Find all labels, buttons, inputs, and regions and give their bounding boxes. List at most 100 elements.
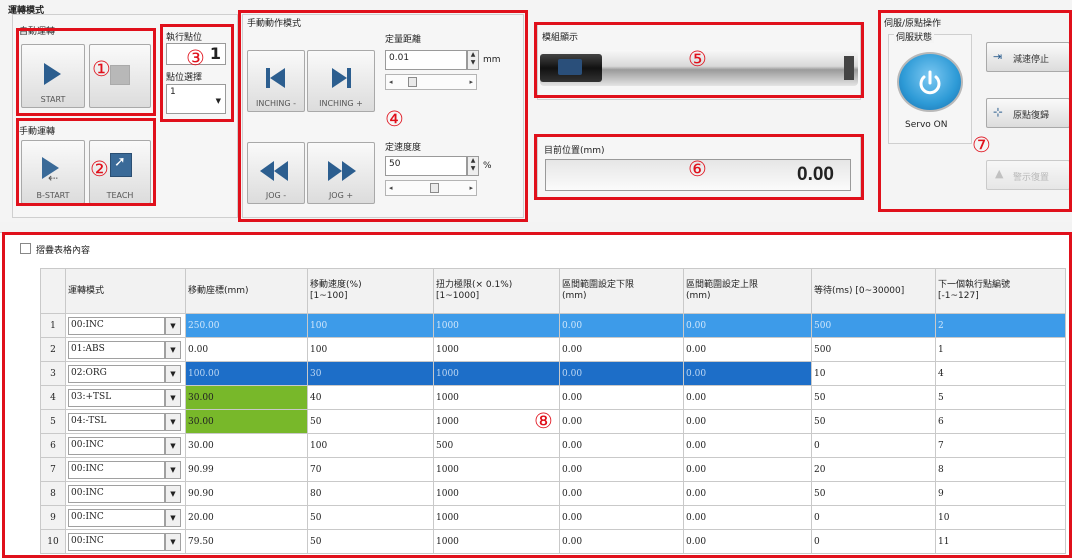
speed-spinner[interactable]: ▲ ▼: [467, 156, 479, 176]
inching-minus-button[interactable]: INCHING -: [247, 50, 305, 112]
cell-torque[interactable]: 1000: [433, 337, 560, 362]
cell-lo[interactable]: 0.00: [559, 313, 684, 338]
chevron-down-icon[interactable]: ▼: [165, 460, 181, 479]
chevron-down-icon[interactable]: ▼: [165, 316, 181, 335]
table-row[interactable]: 1 00:INC ▼ 250.00 100 1000 0.00 0.00 500 2: [40, 313, 1066, 338]
cell-mode[interactable]: 00:INC ▼: [65, 313, 186, 338]
cell-hi[interactable]: 0.00: [683, 505, 812, 530]
cell-lo[interactable]: 0.00: [559, 529, 684, 554]
table-row[interactable]: 4 03:+TSL ▼ 30.00 40 1000 0.00 0.00 50 5: [40, 385, 1066, 410]
chevron-down-icon[interactable]: ▼: [165, 484, 181, 503]
decel-stop-button[interactable]: ⇥ 減速停止: [986, 42, 1070, 72]
cell-coord[interactable]: 100.00: [185, 361, 308, 386]
cell-next[interactable]: 5: [935, 385, 1066, 410]
cell-next[interactable]: 11: [935, 529, 1066, 554]
cell-hi[interactable]: 0.00: [683, 385, 812, 410]
cell-wait[interactable]: 50: [811, 385, 936, 410]
cell-speed[interactable]: 100: [307, 433, 434, 458]
cell-wait[interactable]: 20: [811, 457, 936, 482]
cell-torque[interactable]: 1000: [433, 409, 560, 434]
cell-speed[interactable]: 70: [307, 457, 434, 482]
cell-next[interactable]: 7: [935, 433, 1066, 458]
speed-slider-thumb[interactable]: [430, 183, 439, 193]
cell-wait[interactable]: 500: [811, 313, 936, 338]
cell-mode[interactable]: 01:ABS ▼: [65, 337, 186, 362]
speed-input[interactable]: 50: [385, 156, 467, 176]
cell-coord[interactable]: 90.99: [185, 457, 308, 482]
cell-next[interactable]: 2: [935, 313, 1066, 338]
cell-mode[interactable]: 00:INC ▼: [65, 457, 186, 482]
cell-coord[interactable]: 20.00: [185, 505, 308, 530]
cell-hi[interactable]: 0.00: [683, 529, 812, 554]
cell-lo[interactable]: 0.00: [559, 385, 684, 410]
table-row[interactable]: 2 01:ABS ▼ 0.00 100 1000 0.00 0.00 500 1: [40, 337, 1066, 362]
cell-lo[interactable]: 0.00: [559, 409, 684, 434]
cell-mode[interactable]: 03:+TSL ▼: [65, 385, 186, 410]
cell-torque[interactable]: 1000: [433, 505, 560, 530]
cell-coord[interactable]: 30.00: [185, 433, 308, 458]
cell-mode[interactable]: 00:INC ▼: [65, 529, 186, 554]
cell-torque[interactable]: 1000: [433, 457, 560, 482]
cell-lo[interactable]: 0.00: [559, 337, 684, 362]
chevron-down-icon[interactable]: ▼: [165, 364, 181, 383]
cell-speed[interactable]: 80: [307, 481, 434, 506]
inching-plus-button[interactable]: INCHING +: [307, 50, 375, 112]
cell-coord[interactable]: 90.90: [185, 481, 308, 506]
position-select[interactable]: 1 ▼: [166, 84, 226, 114]
cell-coord[interactable]: 79.50: [185, 529, 308, 554]
alarm-reset-button[interactable]: ▲ 警示復置: [986, 160, 1070, 190]
cell-speed[interactable]: 100: [307, 337, 434, 362]
bstart-button[interactable]: ⇠ B-START: [21, 140, 85, 204]
cell-speed[interactable]: 50: [307, 505, 434, 530]
mode-select[interactable]: 00:INC ▼: [68, 436, 181, 455]
cell-lo[interactable]: 0.00: [559, 481, 684, 506]
table-row[interactable]: 9 00:INC ▼ 20.00 50 1000 0.00 0.00 0 10: [40, 505, 1066, 530]
mode-select[interactable]: 00:INC ▼: [68, 532, 181, 551]
fold-checkbox[interactable]: [20, 243, 31, 254]
cell-mode[interactable]: 00:INC ▼: [65, 505, 186, 530]
cell-hi[interactable]: 0.00: [683, 337, 812, 362]
cell-coord[interactable]: 0.00: [185, 337, 308, 362]
cell-next[interactable]: 9: [935, 481, 1066, 506]
cell-coord[interactable]: 250.00: [185, 313, 308, 338]
cell-hi[interactable]: 0.00: [683, 409, 812, 434]
cell-hi[interactable]: 0.00: [683, 361, 812, 386]
distance-slider[interactable]: ◂ ▸: [385, 74, 477, 90]
teach-button[interactable]: ➚ TEACH: [89, 140, 151, 204]
chevron-down-icon[interactable]: ▼: [165, 412, 181, 431]
cell-hi[interactable]: 0.00: [683, 313, 812, 338]
cell-wait[interactable]: 0: [811, 529, 936, 554]
cell-wait[interactable]: 0: [811, 505, 936, 530]
cell-lo[interactable]: 0.00: [559, 505, 684, 530]
home-return-button[interactable]: ⊹ 原點復歸: [986, 98, 1070, 128]
cell-hi[interactable]: 0.00: [683, 481, 812, 506]
cell-speed[interactable]: 30: [307, 361, 434, 386]
distance-spinner[interactable]: ▲ ▼: [467, 50, 479, 70]
chevron-down-icon[interactable]: ▼: [165, 340, 181, 359]
table-row[interactable]: 8 00:INC ▼ 90.90 80 1000 0.00 0.00 50 9: [40, 481, 1066, 506]
cell-next[interactable]: 8: [935, 457, 1066, 482]
mode-select[interactable]: 02:ORG ▼: [68, 364, 181, 383]
cell-lo[interactable]: 0.00: [559, 457, 684, 482]
cell-lo[interactable]: 0.00: [559, 433, 684, 458]
mode-select[interactable]: 00:INC ▼: [68, 460, 181, 479]
start-button[interactable]: START: [21, 44, 85, 108]
chevron-down-icon[interactable]: ▼: [165, 508, 181, 527]
table-row[interactable]: 3 02:ORG ▼ 100.00 30 1000 0.00 0.00 10 4: [40, 361, 1066, 386]
cell-mode[interactable]: 04:-TSL ▼: [65, 409, 186, 434]
cell-wait[interactable]: 0: [811, 433, 936, 458]
cell-wait[interactable]: 10: [811, 361, 936, 386]
cell-torque[interactable]: 1000: [433, 529, 560, 554]
mode-select[interactable]: 01:ABS ▼: [68, 340, 181, 359]
cell-speed[interactable]: 50: [307, 409, 434, 434]
jog-minus-button[interactable]: JOG -: [247, 142, 305, 204]
cell-lo[interactable]: 0.00: [559, 361, 684, 386]
cell-next[interactable]: 10: [935, 505, 1066, 530]
servo-power-button[interactable]: [897, 52, 963, 112]
cell-speed[interactable]: 40: [307, 385, 434, 410]
table-row[interactable]: 5 04:-TSL ▼ 30.00 50 1000 0.00 0.00 50 6: [40, 409, 1066, 434]
cell-torque[interactable]: 1000: [433, 481, 560, 506]
table-row[interactable]: 10 00:INC ▼ 79.50 50 1000 0.00 0.00 0 11: [40, 529, 1066, 554]
cell-hi[interactable]: 0.00: [683, 433, 812, 458]
chevron-down-icon[interactable]: ▼: [165, 436, 181, 455]
